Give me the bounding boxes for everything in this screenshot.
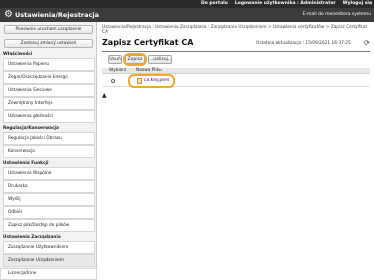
sidebar-item-network[interactable]: Ustawienia Sieciowe bbox=[3, 84, 95, 97]
save-highlight bbox=[123, 53, 147, 66]
scroll-to-top-icon[interactable]: ▲ bbox=[102, 93, 107, 99]
column-select: Wybierz bbox=[109, 68, 127, 73]
sidebar-item-save-file[interactable]: Zapisz plik/Dostęp do plików bbox=[3, 219, 95, 232]
login-user-info: Logowanie użytkownika : Administrator bbox=[234, 1, 336, 6]
sidebar-item-printer[interactable]: Drukarka bbox=[3, 180, 95, 193]
sidebar-item-send[interactable]: Wyślij bbox=[3, 193, 95, 206]
sidebar-item-maintenance[interactable]: Konserwacja bbox=[3, 145, 95, 158]
update-button[interactable]: ...ualizuj... bbox=[148, 55, 172, 64]
category-functions: Ustawienia Funkcji bbox=[3, 161, 49, 166]
filename-highlight bbox=[128, 74, 175, 88]
sidebar-item-license[interactable]: Licencja/Inne bbox=[0, 268, 97, 280]
apply-settings-button[interactable]: Zastosuj zmiany ustawień bbox=[4, 39, 93, 48]
gear-icon: ⚙ bbox=[4, 9, 13, 20]
select-radio[interactable] bbox=[111, 79, 115, 83]
header: ⚙ Ustawienia/Rejestracja E-mail do mened… bbox=[0, 8, 374, 22]
page-title: Zapisz Certyfikat CA bbox=[102, 38, 194, 47]
sidebar-item-receive[interactable]: Odbiór bbox=[3, 206, 95, 219]
top-bar: Do portalu Logowanie użytkownika : Admin… bbox=[0, 0, 374, 8]
sidebar-item-common[interactable]: Ustawienia Wspólne bbox=[3, 167, 95, 180]
sidebar-item-paper[interactable]: Ustawienia Papieru bbox=[3, 58, 95, 71]
sidebar-item-timer[interactable]: Zegar/Oszczędzanie Energii bbox=[3, 71, 95, 84]
sidebar-item-device-management[interactable]: Zarządzanie Urządzeniem bbox=[3, 254, 95, 267]
logout-link[interactable]: Wyloguj się bbox=[343, 0, 372, 8]
last-update-text: Ostatnia aktualizacja : 15/09/2021 16:37… bbox=[256, 41, 351, 46]
refresh-icon[interactable]: ⟳ bbox=[364, 39, 370, 47]
top-links: Do portalu Logowanie użytkownika : Admin… bbox=[201, 0, 372, 8]
main-content: Ustawienia/Rejestracja : Ustawienia Zarz… bbox=[98, 22, 374, 280]
category-preferences: Właściwości bbox=[3, 52, 33, 57]
delete-button[interactable]: Usuń bbox=[108, 55, 122, 64]
admin-email-link[interactable]: E-mail do menedżera systemu bbox=[303, 8, 372, 22]
sidebar-item-volume[interactable]: Ustawienia głośności bbox=[3, 110, 95, 123]
sidebar: Ponownie uruchom urządzenie Zastosuj zmi… bbox=[0, 22, 97, 280]
portal-link[interactable]: Do portalu bbox=[201, 0, 228, 8]
category-management: Ustawienia Zarządzania bbox=[3, 235, 61, 240]
sidebar-item-user-management[interactable]: Zarządzanie Użytkownikiem bbox=[3, 241, 95, 254]
category-adjustment: Regulacja/Konserwacja bbox=[3, 126, 59, 131]
sidebar-item-external-interface[interactable]: Zewnętrzny Interfejs bbox=[3, 97, 95, 110]
title-divider bbox=[102, 51, 370, 52]
breadcrumb: Ustawienia/Rejestracja : Ustawienia Zarz… bbox=[102, 25, 368, 35]
app-title: Ustawienia/Rejestracja bbox=[15, 11, 99, 19]
restart-device-button[interactable]: Ponownie uruchom urządzenie bbox=[4, 25, 93, 34]
sidebar-item-image-quality[interactable]: Regulacja Jakości Obrazu bbox=[3, 132, 95, 145]
